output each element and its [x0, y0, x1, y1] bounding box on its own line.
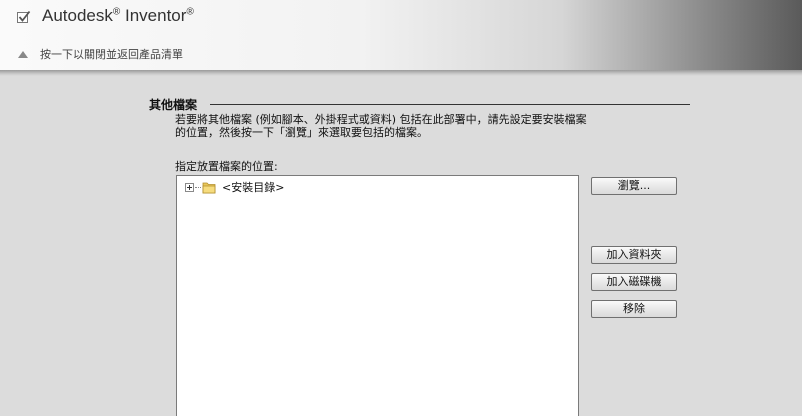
- add-folder-button[interactable]: 加入資料夾: [591, 246, 677, 264]
- product-header: Autodesk® Inventor® 按一下以關閉並返回產品清單: [0, 0, 802, 70]
- expand-plus-icon[interactable]: [185, 182, 194, 192]
- folder-icon: [202, 182, 216, 193]
- description-line: 的位置，然後按一下「瀏覽」來選取要包括的檔案。: [175, 126, 428, 139]
- file-location-tree[interactable]: <安裝目錄>: [176, 175, 579, 416]
- header-shadow: [0, 70, 802, 76]
- section-divider: [210, 104, 690, 105]
- triangle-up-icon: [18, 51, 28, 58]
- browse-button[interactable]: 瀏覽...: [591, 177, 677, 195]
- add-drive-button[interactable]: 加入磁碟機: [591, 273, 677, 291]
- remove-button[interactable]: 移除: [591, 300, 677, 318]
- section-title: 其他檔案: [149, 98, 198, 112]
- product-title: Autodesk® Inventor®: [42, 6, 194, 25]
- collapse-return-link[interactable]: 按一下以關閉並返回產品清單: [18, 46, 183, 62]
- tree-item-install-directory[interactable]: <安裝目錄>: [185, 179, 284, 195]
- location-label: 指定放置檔案的位置:: [175, 160, 278, 173]
- section-description: 若要將其他檔案 (例如腳本、外掛程式或資料) 包括在此部署中，請先設定要安裝檔案…: [175, 113, 645, 139]
- checkbox-checked-icon[interactable]: [16, 9, 32, 25]
- tree-item-label: <安裝目錄>: [222, 181, 285, 194]
- description-line: 若要將其他檔案 (例如腳本、外掛程式或資料) 包括在此部署中，請先設定要安裝檔案: [175, 113, 587, 126]
- tree-connector: [195, 186, 201, 188]
- collapse-label: 按一下以關閉並返回產品清單: [40, 48, 183, 61]
